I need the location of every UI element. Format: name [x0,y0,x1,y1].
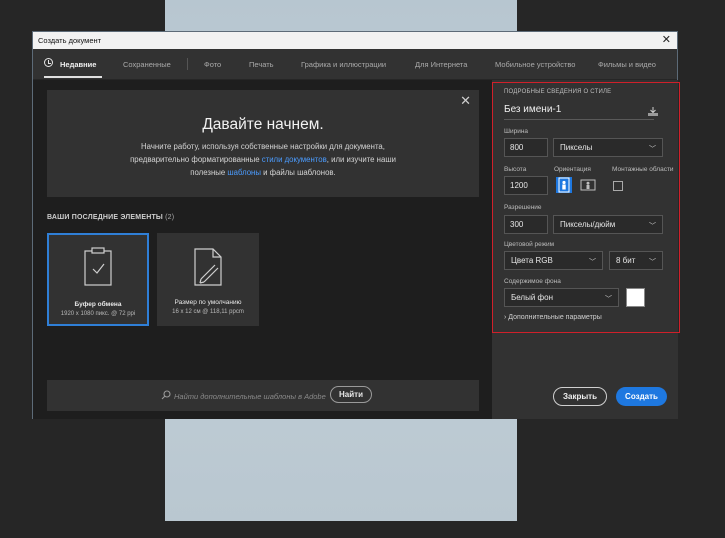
welcome-text-part2: предварительно форматированные [130,155,262,165]
recent-items-heading: ВАШИ ПОСЛЕДНИЕ ЭЛЕМЕНТЫ (2) [47,214,174,221]
recent-item-dims: 1920 x 1080 пикс. @ 72 ppi [60,311,136,317]
welcome-text: Начните работу, используя собственные на… [87,140,439,180]
width-unit-select[interactable]: Пикселы ﹀ [553,138,663,157]
chevron-down-icon: ﹀ [649,146,656,153]
preset-details-panel: ПОДРОБНЫЕ СВЕДЕНИЯ О СТИЛЕ Без имени-1 Ш… [492,80,678,419]
resolution-unit-select[interactable]: Пикселы/дюйм ﹀ [553,215,663,234]
search-input[interactable]: Найти дополнительные шаблоны в Adobe [174,392,326,401]
tab-bar: Недавние Сохраненные Фото Печать Графика… [33,49,677,80]
portrait-orientation-button[interactable] [556,177,572,193]
artboards-label: Монтажные области [612,166,674,173]
recent-item-name: Размер по умолчанию [174,299,242,306]
color-mode-value: Цвета RGB [511,256,553,265]
resolution-label: Разрешение [504,204,542,211]
save-preset-icon[interactable] [647,106,659,117]
window-close-icon[interactable]: ✕ [662,33,671,46]
height-input[interactable]: 1200 [504,176,548,195]
resolution-input[interactable]: 300 [504,215,548,234]
welcome-text-part5: и файлы шаблонов. [260,168,336,178]
template-search-bar: Найти дополнительные шаблоны в Adobe Най… [47,380,479,411]
chevron-down-icon: ﹀ [649,259,656,266]
search-icon [161,390,171,400]
close-banner-icon[interactable]: ✕ [460,93,471,109]
background-color-swatch[interactable] [626,288,645,307]
recent-heading-text: ВАШИ ПОСЛЕДНИЕ ЭЛЕМЕНТЫ [47,214,163,221]
background-contents-label: Содержимое фона [504,278,561,285]
background-contents-select[interactable]: Белый фон ﹀ [504,288,619,307]
color-mode-label: Цветовой режим [504,241,555,248]
tab-print[interactable]: Печать [249,60,274,69]
height-label: Высота [504,166,527,173]
document-presets-link[interactable]: стили документов [262,155,327,164]
landscape-person-icon [580,179,596,191]
advanced-options-toggle[interactable]: › Дополнительные параметры [504,314,602,321]
color-mode-select[interactable]: Цвета RGB ﹀ [504,251,603,270]
welcome-banner: ✕ Давайте начнем. Начните работу, исполь… [47,90,479,197]
recent-item-dims: 16 x 12 см @ 118,11 ppcm [172,309,244,315]
width-unit-value: Пикселы [560,143,593,152]
tab-art-illustration[interactable]: Графика и иллюстрации [301,60,386,69]
artboards-checkbox[interactable] [613,181,623,191]
chevron-right-icon: › [504,314,507,321]
chevron-down-icon: ﹀ [589,259,596,266]
document-name-field[interactable]: Без имени-1 [504,104,654,120]
tab-saved[interactable]: Сохраненные [123,60,171,69]
create-button[interactable]: Создать [616,387,667,406]
tab-web[interactable]: Для Интернета [415,60,467,69]
welcome-title: Давайте начнем. [202,116,324,133]
recent-item-name: Буфер обмена [74,301,122,308]
tab-separator [187,58,188,70]
find-button[interactable]: Найти [330,386,372,403]
landscape-orientation-button[interactable] [580,177,596,193]
tab-photo[interactable]: Фото [204,60,221,69]
advanced-options-label: Дополнительные параметры [508,314,602,321]
preset-details-heading: ПОДРОБНЫЕ СВЕДЕНИЯ О СТИЛЕ [504,89,612,95]
orientation-label: Ориентация [554,166,591,173]
recent-item-clipboard[interactable]: Буфер обмена 1920 x 1080 пикс. @ 72 ppi [47,233,149,326]
clock-icon [44,58,53,67]
background-contents-value: Белый фон [511,293,553,302]
width-label: Ширина [504,128,529,135]
recent-panel: ✕ Давайте начнем. Начните работу, исполь… [33,80,492,419]
resolution-unit-value: Пикселы/дюйм [560,220,616,229]
welcome-text-line1: Начните работу, используя собственные на… [141,142,385,151]
close-button[interactable]: Закрыть [553,387,607,406]
recent-item-default-size[interactable]: Размер по умолчанию 16 x 12 см @ 118,11 … [157,233,259,326]
portrait-person-icon [558,177,570,193]
templates-link[interactable]: шаблоны [227,168,261,177]
bit-depth-select[interactable]: 8 бит ﹀ [609,251,663,270]
chevron-down-icon: ﹀ [605,296,612,303]
tab-film-video[interactable]: Фильмы и видео [598,60,656,69]
bit-depth-value: 8 бит [616,256,636,265]
tab-recent[interactable]: Недавние [60,60,96,69]
active-tab-underline [44,76,102,78]
recent-count: (2) [165,214,175,221]
width-input[interactable]: 800 [504,138,548,157]
clipboard-icon [84,247,112,286]
welcome-text-part3: , или изучите наши [326,155,396,165]
window-titlebar: Создать документ ✕ [33,32,677,49]
tab-mobile[interactable]: Мобильное устройство [495,60,575,69]
new-document-dialog: Создать документ ✕ Недавние Сохраненные … [32,31,678,419]
welcome-text-part4: полезные [190,168,228,178]
document-pen-icon [194,248,222,286]
chevron-down-icon: ﹀ [649,223,656,230]
window-title: Создать документ [38,36,102,45]
